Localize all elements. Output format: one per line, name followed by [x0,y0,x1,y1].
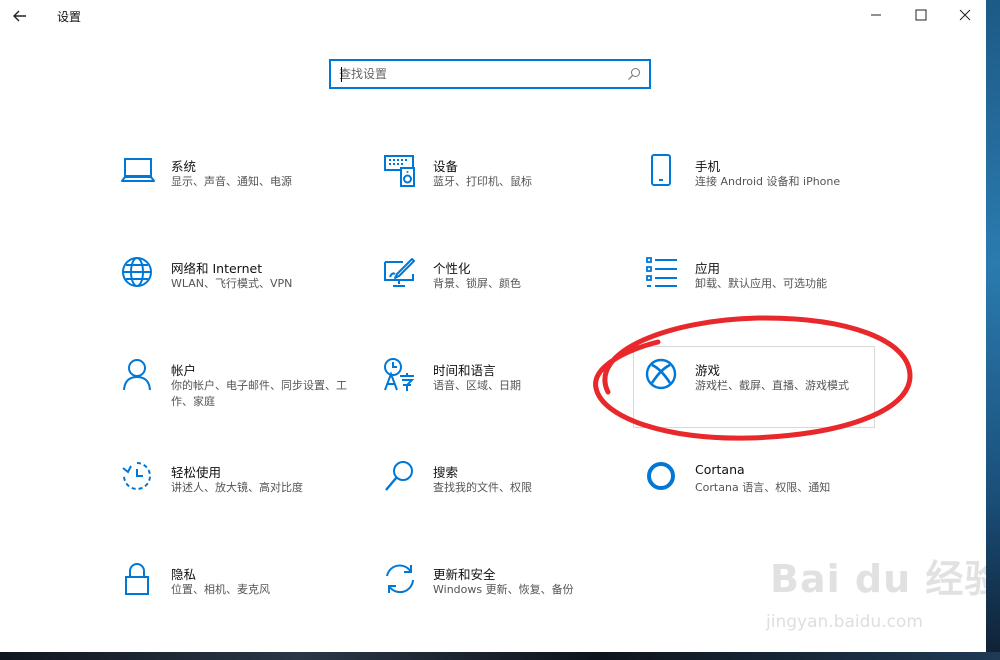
tile-name: 网络和 Internet [171,261,263,276]
tile-name: Cortana [695,462,745,477]
tile-system[interactable]: 系统 显示、声音、通知、电源 [121,154,349,224]
back-arrow-icon [13,10,26,22]
desktop-background-edge [986,0,1000,660]
tile-name: 时间和语言 [433,363,496,378]
person-icon [123,359,151,391]
close-icon [959,9,971,21]
tile-name: 隐私 [171,567,197,582]
tile-name: 系统 [171,159,197,174]
tile-desc: 你的帐户、电子邮件、同步设置、工作、家庭 [171,379,347,408]
update-sync-icon [386,564,414,594]
tile-name: 手机 [695,159,721,174]
xbox-icon [645,358,677,390]
tile-name: 更新和安全 [433,567,496,582]
search-icon [385,461,413,491]
tile-update-security[interactable]: 更新和安全 Windows 更新、恢复、备份 [383,562,611,632]
tile-desc: 讲述人、放大镜、高对比度 [171,481,303,494]
tile-desc: WLAN、飞行模式、VPN [171,277,293,290]
tile-name: 游戏 [695,363,721,378]
watermark-url: jingyan.baidu.com [766,612,923,632]
watermark-logo: Bai du 经验 [770,557,986,601]
maximize-icon [915,9,927,21]
tile-accounts[interactable]: 帐户 你的帐户、电子邮件、同步设置、工作、家庭 [121,358,349,428]
tile-name: 搜索 [433,465,459,480]
ease-of-access-icon [122,462,151,490]
settings-window: 设置 系统 显示、声音、通知、电源 [0,0,986,652]
app-list-icon [646,257,677,287]
maximize-button[interactable] [898,0,944,30]
text-caret [341,67,342,82]
search-input[interactable] [339,65,619,83]
tile-network[interactable]: 网络和 Internet WLAN、飞行模式、VPN [121,256,349,326]
window-title: 设置 [57,10,82,24]
tile-name: 应用 [695,261,721,276]
tile-desc: Windows 更新、恢复、备份 [433,583,574,596]
title-bar: 设置 [0,0,986,32]
watermark: Bai du 经验 jingyan.baidu.com [760,548,986,644]
lock-icon [125,563,149,595]
back-button[interactable] [8,4,32,28]
close-button[interactable] [942,0,986,30]
tile-desc: 背景、锁屏、颜色 [433,277,521,290]
tile-desc: 显示、声音、通知、电源 [171,175,292,188]
tile-cortana[interactable]: Cortana Cortana 语言、权限、通知 [645,460,873,530]
desktop-background-bottom [0,652,1000,660]
tile-desc: 卸载、默认应用、可选功能 [695,277,827,290]
search-box[interactable] [329,59,651,89]
tile-desc: 语音、区域、日期 [433,379,521,392]
minimize-icon [871,14,881,16]
tile-name: 轻松使用 [171,465,222,480]
tile-name: 设备 [433,159,459,174]
tile-desc: 游戏栏、截屏、直播、游戏模式 [695,379,849,392]
paint-monitor-icon [384,258,415,287]
tile-desc: 位置、相机、麦克风 [171,583,270,596]
tile-ease-of-access[interactable]: 轻松使用 讲述人、放大镜、高对比度 [121,460,349,530]
tile-apps[interactable]: 应用 卸载、默认应用、可选功能 [645,256,873,326]
time-language-icon [384,358,415,391]
tile-desc: 查找我的文件、权限 [433,481,532,494]
tile-search[interactable]: 搜索 查找我的文件、权限 [383,460,611,530]
tile-privacy[interactable]: 隐私 位置、相机、麦克风 [121,562,349,632]
globe-icon [122,257,152,287]
tile-gaming[interactable]: 游戏 游戏栏、截屏、直播、游戏模式 [633,346,875,428]
tile-phone[interactable]: 手机 连接 Android 设备和 iPhone [645,154,873,224]
tile-desc: 连接 Android 设备和 iPhone [695,175,841,188]
tile-devices[interactable]: 设备 蓝牙、打印机、鼠标 [383,154,611,224]
tile-time-language[interactable]: 时间和语言 语音、区域、日期 [383,358,611,428]
tile-desc: Cortana 语言、权限、通知 [695,481,831,494]
magnifier-icon[interactable] [627,67,641,81]
tile-personalization[interactable]: 个性化 背景、锁屏、颜色 [383,256,611,326]
tile-name: 个性化 [433,261,471,276]
laptop-icon [121,158,155,182]
tile-name: 帐户 [171,363,197,378]
tile-desc: 蓝牙、打印机、鼠标 [433,175,532,188]
cortana-icon [647,462,675,490]
phone-icon [651,154,671,186]
keyboard-speaker-icon [384,155,415,187]
minimize-button[interactable] [853,0,899,30]
